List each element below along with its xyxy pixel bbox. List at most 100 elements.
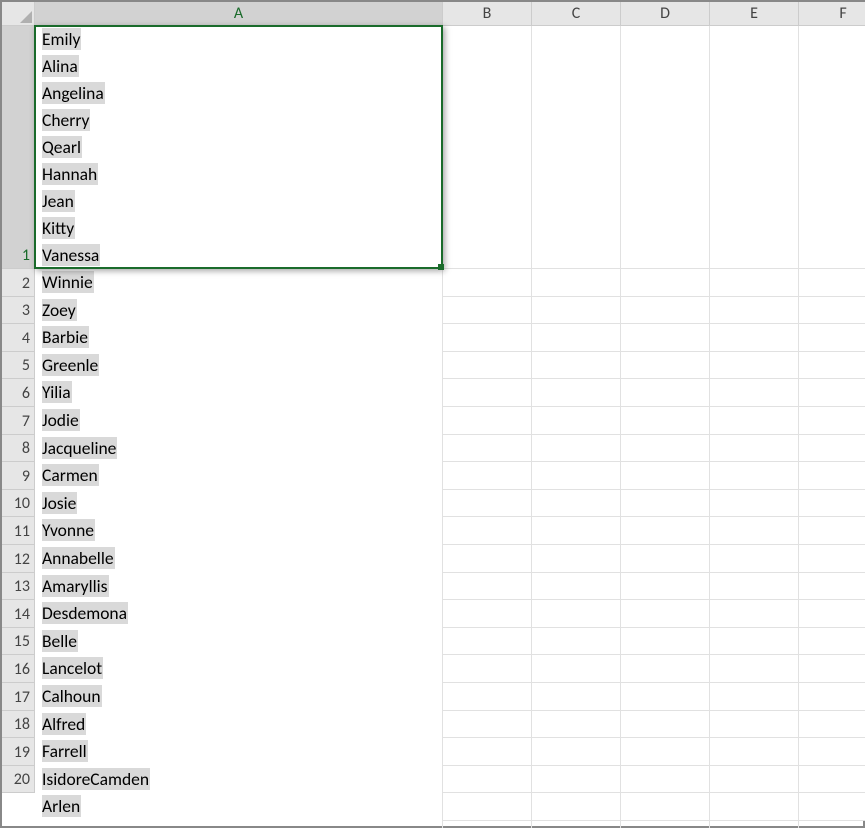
- cell-B17[interactable]: [443, 683, 532, 711]
- cell-D9[interactable]: [621, 462, 710, 490]
- row-header-2[interactable]: 2: [2, 269, 35, 297]
- cell-B12[interactable]: [443, 545, 532, 573]
- cell-B6[interactable]: [443, 379, 532, 407]
- cell-D5[interactable]: [621, 352, 710, 380]
- cell-F13[interactable]: [799, 573, 865, 601]
- cell-D7[interactable]: [621, 407, 710, 435]
- cell-E10[interactable]: [710, 490, 799, 518]
- cell-F11[interactable]: [799, 517, 865, 545]
- cell-A3[interactable]: Zoey: [35, 297, 443, 325]
- row-header-11[interactable]: 11: [2, 517, 35, 545]
- cell-C12[interactable]: [532, 545, 621, 573]
- cell-E21[interactable]: [710, 793, 799, 821]
- cell-B1[interactable]: [443, 26, 532, 269]
- cell-F17[interactable]: [799, 683, 865, 711]
- row-header-13[interactable]: 13: [2, 573, 35, 601]
- cell-A15[interactable]: Belle: [35, 628, 443, 656]
- cell-A17[interactable]: Calhoun: [35, 683, 443, 711]
- cell-D4[interactable]: [621, 324, 710, 352]
- cell-E3[interactable]: [710, 297, 799, 325]
- row-header-20[interactable]: 20: [2, 766, 35, 794]
- cell-B18[interactable]: [443, 711, 532, 739]
- cell-E13[interactable]: [710, 573, 799, 601]
- col-header-E[interactable]: E: [710, 2, 799, 26]
- cell-D15[interactable]: [621, 628, 710, 656]
- cell-B8[interactable]: [443, 435, 532, 463]
- cell-C21[interactable]: [532, 793, 621, 821]
- row-header-1[interactable]: 1: [2, 26, 35, 269]
- cell-E11[interactable]: [710, 517, 799, 545]
- cell-F3[interactable]: [799, 297, 865, 325]
- cell-A2[interactable]: Winnie: [35, 269, 443, 297]
- cell-C18[interactable]: [532, 711, 621, 739]
- cell-C20[interactable]: [532, 766, 621, 794]
- cell-A8[interactable]: Jacqueline: [35, 435, 443, 463]
- cell-A12[interactable]: Annabelle: [35, 545, 443, 573]
- cell-F10[interactable]: [799, 490, 865, 518]
- row-header-6[interactable]: 6: [2, 379, 35, 407]
- cell-E9[interactable]: [710, 462, 799, 490]
- cell-C4[interactable]: [532, 324, 621, 352]
- cell-E6[interactable]: [710, 379, 799, 407]
- cell-D19[interactable]: [621, 738, 710, 766]
- cell-C16[interactable]: [532, 655, 621, 683]
- cell-D14[interactable]: [621, 600, 710, 628]
- cell-A20[interactable]: IsidoreCamden: [35, 766, 443, 794]
- col-header-C[interactable]: C: [532, 2, 621, 26]
- cell-C5[interactable]: [532, 352, 621, 380]
- cell-C3[interactable]: [532, 297, 621, 325]
- row-header-10[interactable]: 10: [2, 490, 35, 518]
- cell-A9[interactable]: Carmen: [35, 462, 443, 490]
- cell-C6[interactable]: [532, 379, 621, 407]
- cell-B13[interactable]: [443, 573, 532, 601]
- cell-F4[interactable]: [799, 324, 865, 352]
- row-header-15[interactable]: 15: [2, 628, 35, 656]
- row-header-3[interactable]: 3: [2, 297, 35, 325]
- cell-A19[interactable]: Farrell: [35, 738, 443, 766]
- cell-D13[interactable]: [621, 573, 710, 601]
- cell-area[interactable]: EmilyAlinaAngelinaCherryQearlHannahJeanK…: [35, 26, 865, 821]
- cell-E15[interactable]: [710, 628, 799, 656]
- cell-F1[interactable]: [799, 26, 865, 269]
- cell-C1[interactable]: [532, 26, 621, 269]
- cell-E18[interactable]: [710, 711, 799, 739]
- cell-B11[interactable]: [443, 517, 532, 545]
- cell-B5[interactable]: [443, 352, 532, 380]
- row-header-12[interactable]: 12: [2, 545, 35, 573]
- cell-A1[interactable]: EmilyAlinaAngelinaCherryQearlHannahJeanK…: [35, 26, 443, 269]
- row-header-9[interactable]: 9: [2, 462, 35, 490]
- cell-B19[interactable]: [443, 738, 532, 766]
- cell-F7[interactable]: [799, 407, 865, 435]
- cell-E7[interactable]: [710, 407, 799, 435]
- cell-A5[interactable]: Greenle: [35, 352, 443, 380]
- cell-F2[interactable]: [799, 269, 865, 297]
- spreadsheet-grid[interactable]: ABCDEF 1234567891011121314151617181920 E…: [0, 0, 865, 828]
- row-header-4[interactable]: 4: [2, 324, 35, 352]
- row-header-8[interactable]: 8: [2, 435, 35, 463]
- cell-F8[interactable]: [799, 435, 865, 463]
- cell-F21[interactable]: [799, 793, 865, 821]
- cell-B20[interactable]: [443, 766, 532, 794]
- row-header-7[interactable]: 7: [2, 407, 35, 435]
- cell-D6[interactable]: [621, 379, 710, 407]
- cell-E2[interactable]: [710, 269, 799, 297]
- col-header-F[interactable]: F: [799, 2, 865, 26]
- row-header-19[interactable]: 19: [2, 738, 35, 766]
- cell-C19[interactable]: [532, 738, 621, 766]
- cell-D8[interactable]: [621, 435, 710, 463]
- cell-B10[interactable]: [443, 490, 532, 518]
- row-header-14[interactable]: 14: [2, 600, 35, 628]
- cell-C17[interactable]: [532, 683, 621, 711]
- cell-F16[interactable]: [799, 655, 865, 683]
- cell-C15[interactable]: [532, 628, 621, 656]
- cell-E12[interactable]: [710, 545, 799, 573]
- cell-E1[interactable]: [710, 26, 799, 269]
- cell-F12[interactable]: [799, 545, 865, 573]
- cell-F15[interactable]: [799, 628, 865, 656]
- cell-B16[interactable]: [443, 655, 532, 683]
- cell-E20[interactable]: [710, 766, 799, 794]
- cell-C13[interactable]: [532, 573, 621, 601]
- cell-D3[interactable]: [621, 297, 710, 325]
- cell-E17[interactable]: [710, 683, 799, 711]
- cell-B9[interactable]: [443, 462, 532, 490]
